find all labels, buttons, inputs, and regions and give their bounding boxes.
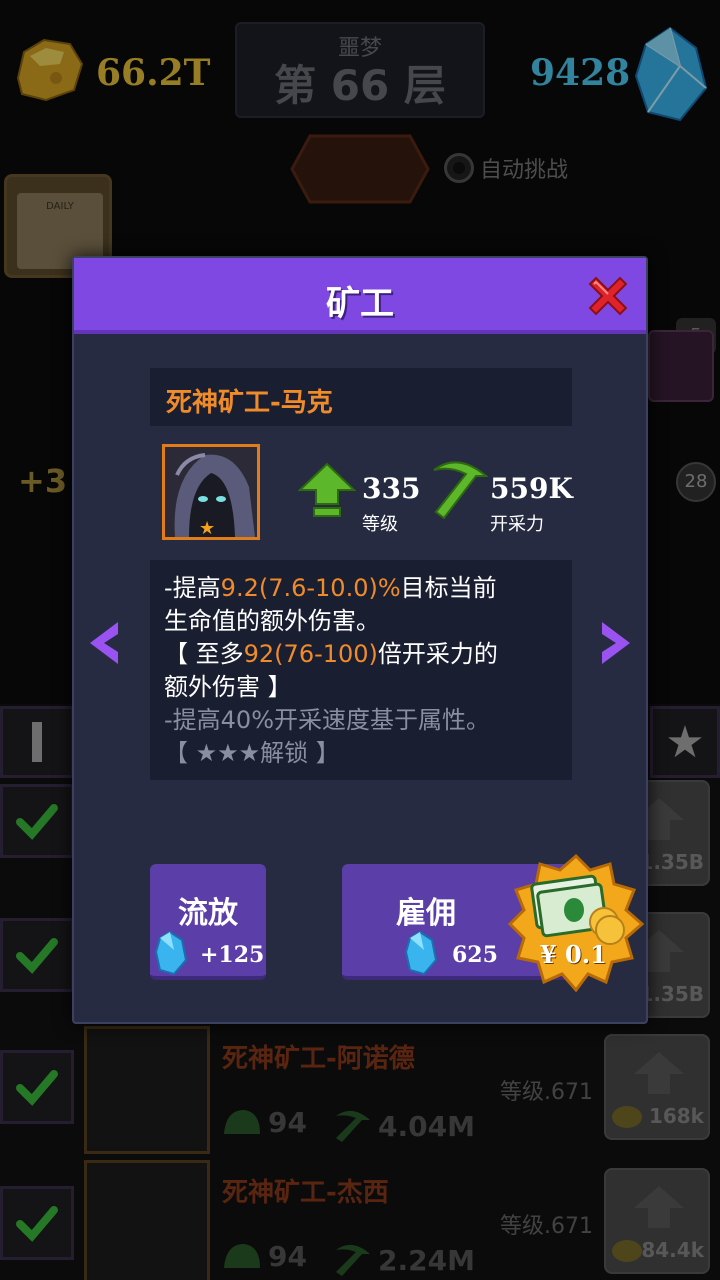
desc-line: -提高9.2(7.6-10.0)%目标当前 [164, 572, 558, 605]
gold-amount: 66.2T [96, 52, 211, 94]
helmet-icon [224, 1243, 260, 1268]
desc-text: 倍开采力的 [377, 640, 498, 668]
money-offer-price: ¥ 0.1 [540, 940, 607, 969]
exile-button-label: 流放 [178, 896, 238, 931]
calendar-label: DAILY [46, 201, 74, 212]
gold-coin-icon [612, 1240, 642, 1262]
miner-portrait: ★ [162, 444, 260, 540]
miner-portrait [84, 1026, 210, 1154]
desc-text: 【 至多 [164, 640, 244, 668]
close-icon[interactable] [582, 270, 634, 322]
upgrade-button[interactable]: 84.4k [604, 1168, 710, 1274]
desc-text: -提高 [164, 574, 221, 602]
mining-power-value: 559K [490, 472, 573, 505]
gold-coin-icon [612, 1106, 642, 1128]
dialog-header: 矿工 [74, 258, 646, 334]
skill-description: -提高9.2(7.6-10.0)%目标当前 生命值的额外伤害。 【 至多92(7… [150, 560, 572, 780]
level-label: 等级 [362, 514, 398, 535]
helmet-value: 94 [268, 1240, 307, 1273]
desc-line: 【 至多92(76-100)倍开采力的 [164, 638, 558, 671]
select-checkbox[interactable] [0, 918, 74, 992]
auto-challenge-label: 自动挑战 [480, 158, 569, 183]
green-check-icon [16, 804, 58, 840]
floor-indicator: 噩梦 第 66 层 [235, 22, 485, 118]
miner-portrait [84, 1160, 210, 1280]
miner-name: 死神矿工-杰西 [222, 1178, 389, 1208]
blue-crystal-icon [404, 930, 438, 976]
auto-challenge-toggle[interactable]: 自动挑战 [444, 152, 568, 184]
side-level-badge: 28 [676, 462, 716, 502]
miner-name-bar: 死神矿工-马克 [150, 368, 572, 426]
gem-amount: 9428 [530, 52, 631, 94]
mining-power-label: 开采力 [490, 514, 544, 535]
select-checkbox[interactable] [0, 784, 74, 858]
up-arrow-icon [634, 1186, 684, 1228]
up-arrow-icon [634, 1052, 684, 1094]
desc-line-locked: -提高40%开采速度基于属性。 [164, 706, 491, 734]
floor-mode-label: 噩梦 [337, 36, 382, 61]
pickaxe-icon [336, 1110, 370, 1142]
miner-mining-stat: 4.04M [332, 1106, 475, 1146]
list-item[interactable]: 死神矿工-阿诺德 等级.671 94 4.04M [0, 1026, 600, 1156]
gold-nugget-icon [16, 38, 84, 102]
miner-level: 等级.671 [500, 1214, 593, 1239]
desc-line: 额外伤害 】 [164, 673, 292, 701]
treasure-chest-button[interactable] [648, 330, 714, 402]
auto-challenge-radio[interactable] [444, 153, 474, 183]
star-filter-button[interactable]: ★ [650, 706, 720, 778]
desc-text: 目标当前 [400, 574, 497, 602]
bar-icon [32, 722, 42, 762]
miner-mining-stat: 2.24M [332, 1240, 475, 1280]
miner-name: 死神矿工-阿诺德 [222, 1044, 415, 1074]
upgrade-price: 1.35B [639, 982, 704, 1006]
upgrade-price: 1.35B [639, 850, 704, 874]
hire-button-label: 雇佣 [396, 896, 456, 931]
exile-gem-reward: +125 [200, 942, 265, 968]
level-value: 335 [362, 472, 421, 505]
upgrade-price: 168k [648, 1104, 704, 1128]
list-filter-button[interactable] [0, 706, 74, 778]
hire-gem-cost: 625 [452, 942, 498, 968]
blue-crystal-icon [634, 26, 708, 122]
miner-name: 死神矿工-马克 [166, 388, 333, 418]
dialog-title: 矿工 [326, 284, 394, 324]
upgrade-price: 84.4k [641, 1238, 704, 1262]
desc-line-unlock-condition: 【 ★★★解锁 】 [164, 739, 340, 767]
desc-line: 生命值的额外伤害。 [164, 607, 380, 635]
miner-level: 等级.671 [500, 1080, 593, 1105]
star-icon: ★ [665, 716, 705, 768]
helmet-icon [224, 1109, 260, 1134]
miner-helmet-stat: 94 [222, 1106, 307, 1139]
miner-helmet-stat: 94 [222, 1240, 307, 1273]
side-bonus-text: +3 [18, 462, 68, 500]
list-item[interactable]: 死神矿工-杰西 等级.671 94 2.24M [0, 1160, 600, 1280]
mining-value: 4.04M [378, 1109, 475, 1143]
desc-highlight: 92(76-100) [243, 640, 378, 668]
upgrade-button[interactable]: 168k [604, 1034, 710, 1140]
star-icon: ★ [199, 518, 216, 539]
battle-hex-button[interactable] [290, 134, 430, 204]
helmet-value: 94 [268, 1106, 307, 1139]
floor-number: 第 66 层 [274, 61, 446, 110]
desc-highlight: 9.2(7.6-10.0)% [220, 574, 401, 602]
green-check-icon [16, 938, 58, 974]
green-pickaxe-icon [433, 461, 488, 520]
green-up-arrow-icon [298, 462, 356, 517]
mining-value: 2.24M [378, 1243, 475, 1277]
exile-button[interactable]: 流放 +125 [150, 864, 266, 980]
blue-crystal-icon [154, 930, 188, 976]
cash-stack-badge-icon[interactable] [506, 852, 646, 992]
purple-chevron-right-icon[interactable] [598, 620, 634, 666]
pickaxe-icon [336, 1244, 370, 1276]
purple-chevron-left-icon[interactable] [86, 620, 122, 666]
